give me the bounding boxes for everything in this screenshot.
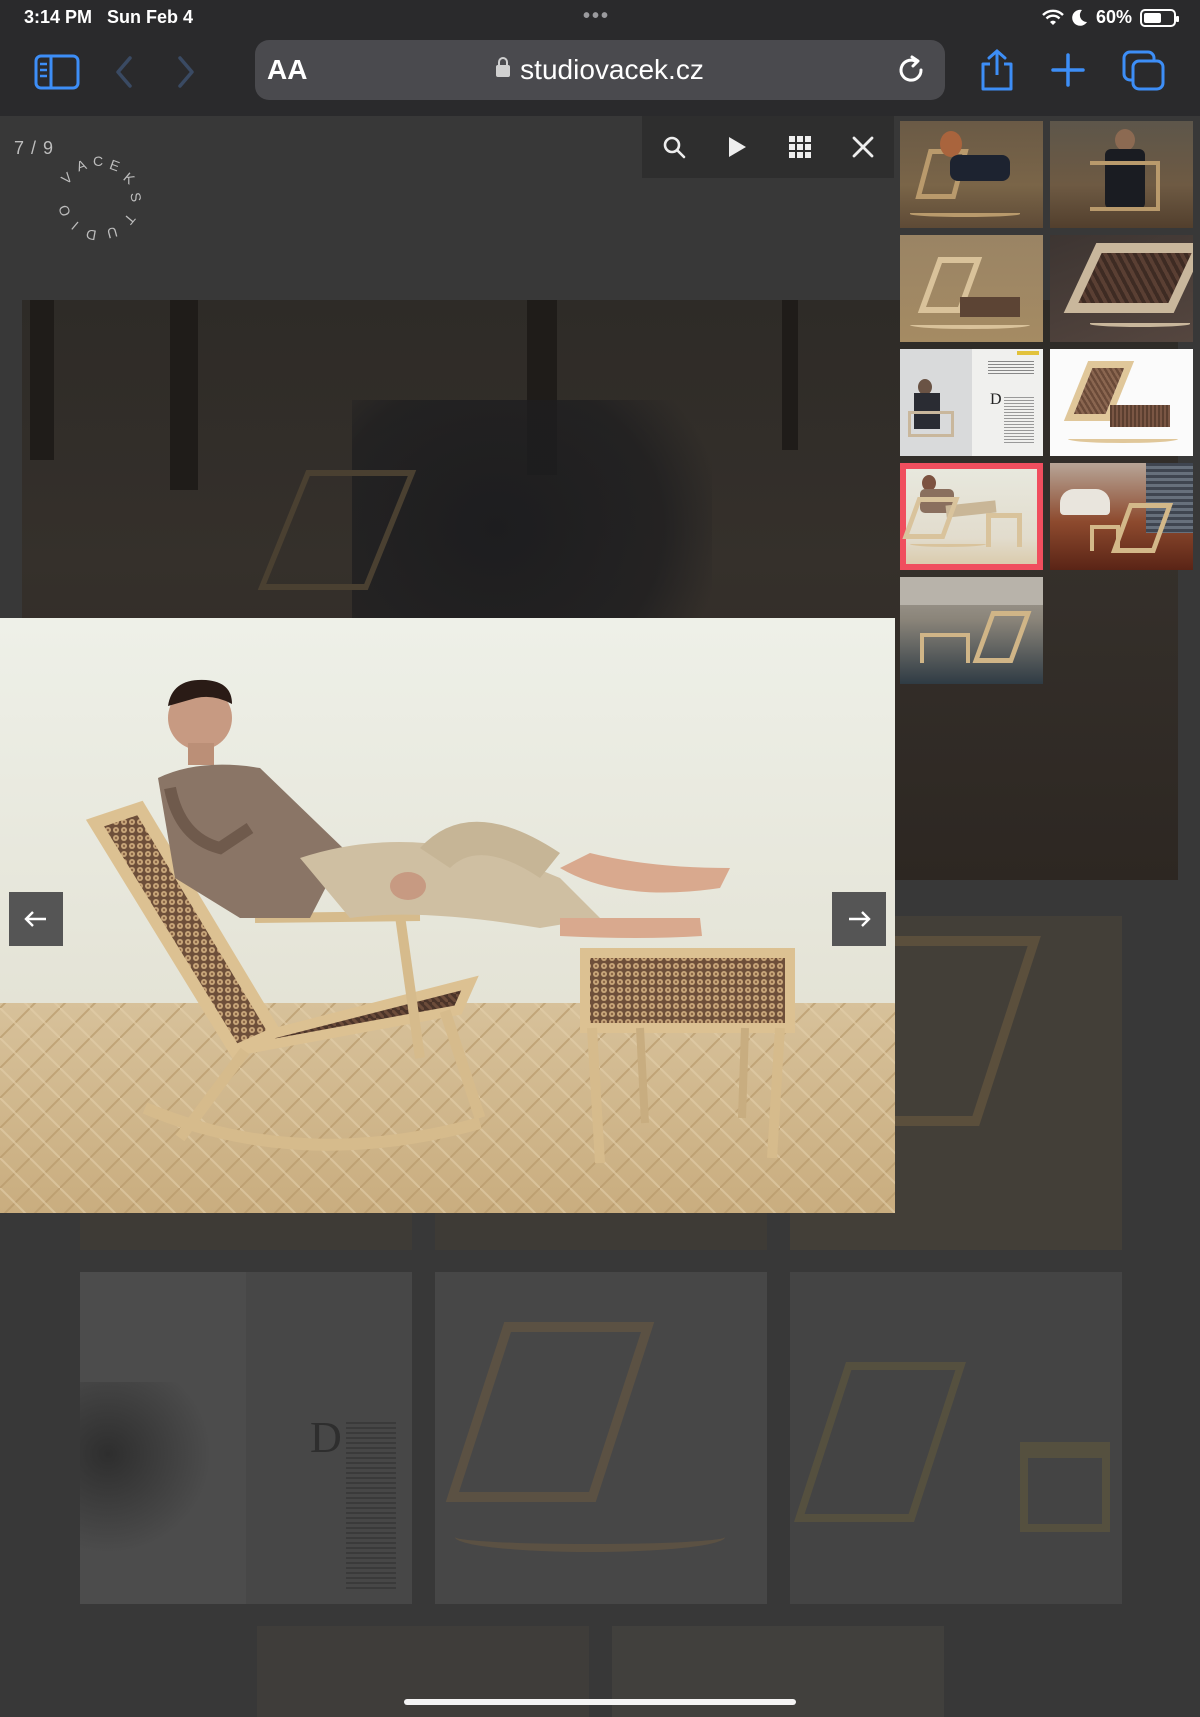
svg-text:C: C (93, 153, 103, 169)
tabs-icon[interactable] (1122, 50, 1166, 92)
multitasking-dots-icon[interactable]: ••• (583, 5, 610, 28)
battery-percent: 60% (1095, 7, 1132, 27)
svg-text:D: D (85, 226, 98, 244)
battery-icon (1140, 8, 1179, 27)
lightbox-controls (642, 116, 894, 178)
screen: 3:14 PM Sun Feb 4 ••• 60% AA studiovacek… (0, 0, 1200, 1717)
svg-text:O: O (55, 203, 74, 219)
svg-text:A: A (74, 156, 89, 174)
address-bar[interactable]: AA studiovacek.cz (255, 40, 945, 100)
svg-text:T: T (121, 211, 139, 228)
svg-text:S: S (127, 191, 144, 203)
new-tab-icon[interactable] (1050, 52, 1086, 88)
grid-icon[interactable] (780, 127, 820, 167)
thumb-magazine[interactable]: D (900, 349, 1043, 456)
prev-button[interactable] (9, 892, 63, 946)
svg-text:I: I (68, 218, 81, 233)
svg-text:E: E (108, 156, 122, 174)
studio-vacek-logo[interactable]: V A C E K S T U D I O (40, 136, 150, 246)
bg-gallery-tile[interactable] (435, 1272, 767, 1604)
thumb-forest-man-2[interactable] (1050, 121, 1193, 228)
status-right: 60% (1042, 7, 1179, 28)
bg-gallery-tile[interactable] (790, 1272, 1122, 1604)
svg-text:V: V (58, 169, 76, 188)
reload-icon[interactable] (895, 54, 927, 91)
close-icon[interactable] (843, 127, 883, 167)
forward-icon[interactable] (174, 54, 198, 90)
thumb-chair-grass[interactable] (900, 235, 1043, 342)
next-button[interactable] (832, 892, 886, 946)
play-icon[interactable] (717, 127, 757, 167)
status-date: Sun Feb 4 (107, 7, 194, 27)
thumb-chair-detail[interactable] (1050, 235, 1193, 342)
arrow-right-icon (849, 911, 871, 927)
search-icon[interactable] (654, 127, 694, 167)
photo-man-rocking-chair (0, 618, 895, 1213)
bg-gallery-tile[interactable]: D (80, 1272, 412, 1604)
lightbox-main-image (0, 618, 895, 1213)
sidebar-icon[interactable] (34, 54, 80, 90)
wifi-icon (1042, 9, 1064, 25)
thumb-forest-man-1[interactable] (900, 121, 1043, 228)
thumb-showroom[interactable] (1050, 463, 1193, 570)
status-time: 3:14 PM Sun Feb 4 (24, 7, 194, 27)
lock-icon (496, 57, 511, 77)
url-text: studiovacek.cz (520, 54, 704, 85)
moon-icon (1072, 9, 1087, 26)
home-indicator[interactable] (404, 1699, 796, 1705)
url-display[interactable]: studiovacek.cz (255, 54, 945, 86)
browser-toolbar: AA studiovacek.cz (0, 36, 1200, 116)
arrow-left-icon (24, 911, 46, 927)
share-icon[interactable] (977, 48, 1017, 92)
svg-text:K: K (120, 169, 138, 188)
thumbnail-grid: D (898, 116, 1200, 688)
svg-text:U: U (105, 224, 119, 242)
thumb-exhibition[interactable] (900, 577, 1043, 684)
thumb-chair-white[interactable] (1050, 349, 1193, 456)
thumb-man-footrest[interactable] (900, 463, 1043, 570)
back-icon[interactable] (112, 54, 136, 90)
status-bar: 3:14 PM Sun Feb 4 ••• 60% (0, 0, 1200, 36)
battery-fill (1144, 12, 1161, 23)
